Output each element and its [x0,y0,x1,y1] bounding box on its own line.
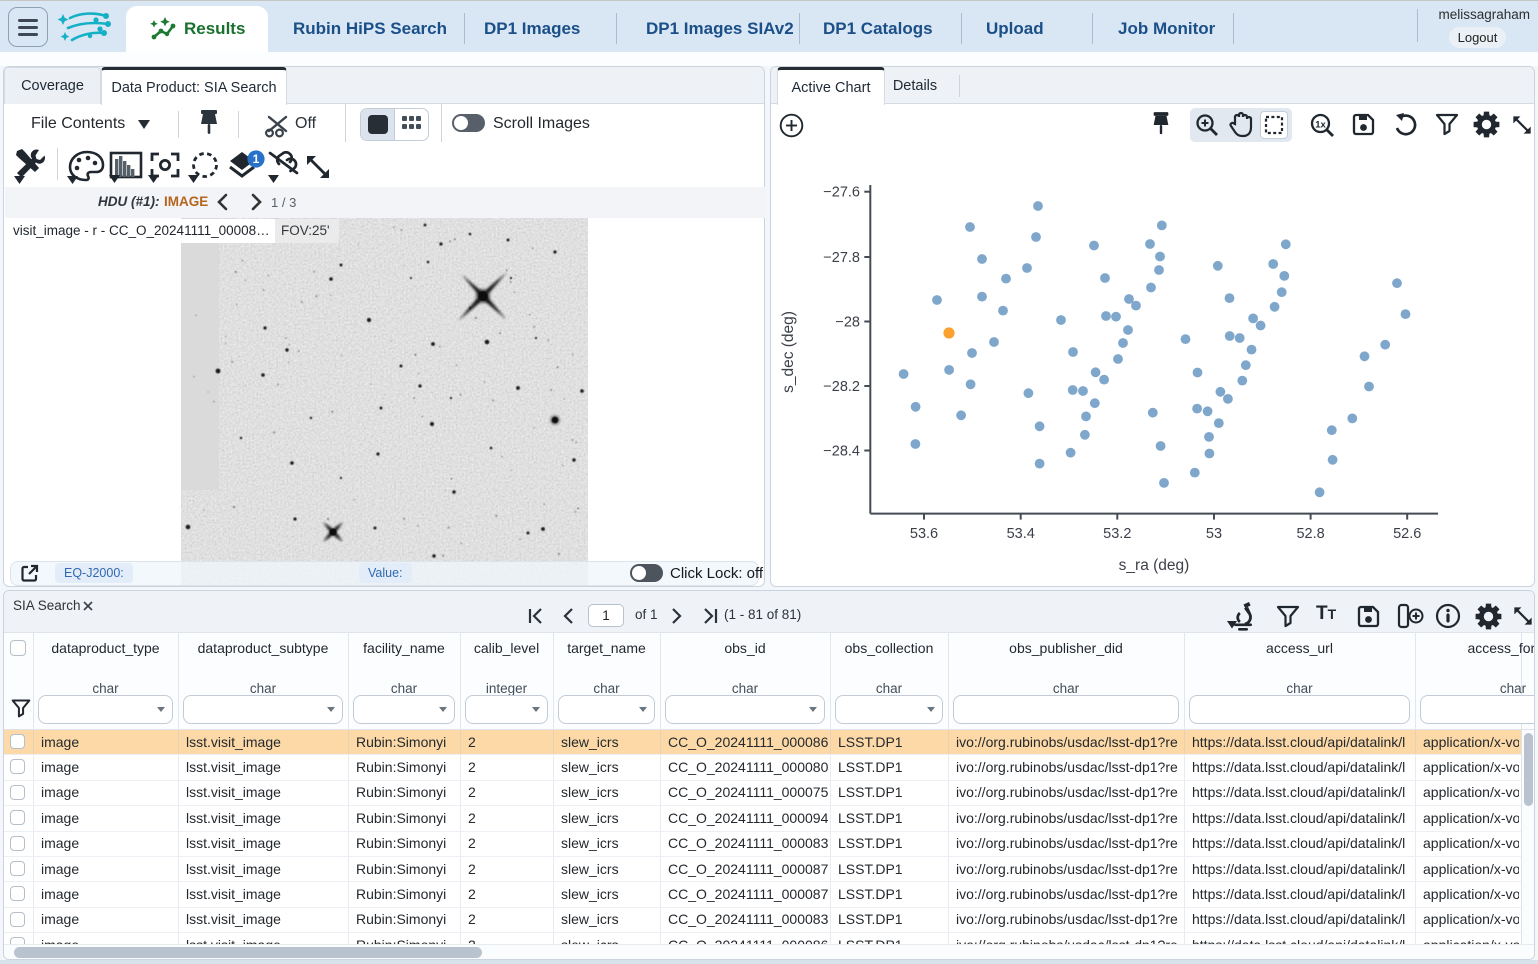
svg-text:s_ra (deg): s_ra (deg) [1119,557,1190,574]
svg-text:s_dec (deg): s_dec (deg) [780,311,797,393]
svg-text:1x: 1x [1315,120,1326,131]
svg-text:−28: −28 [835,315,860,331]
svg-text:53.4: 53.4 [1007,526,1035,542]
svg-text:1: 1 [253,152,260,166]
svg-text:−27.6: −27.6 [823,185,860,201]
svg-text:53.2: 53.2 [1103,526,1131,542]
svg-text:−28.4: −28.4 [823,444,860,460]
svg-text:53.6: 53.6 [910,526,938,542]
svg-text:−27.8: −27.8 [823,250,860,266]
svg-text:−28.2: −28.2 [823,379,860,395]
svg-text:53: 53 [1206,526,1222,542]
svg-text:52.8: 52.8 [1296,526,1324,542]
svg-text:52.6: 52.6 [1393,526,1421,542]
